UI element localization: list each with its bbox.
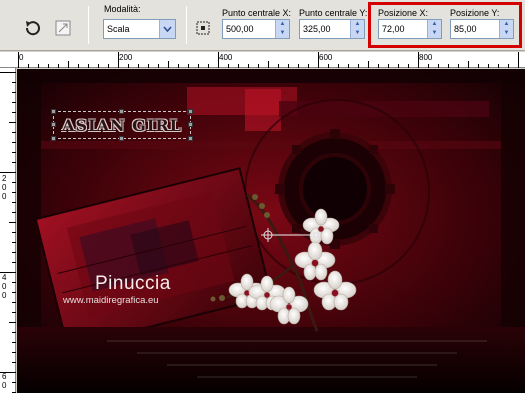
reset-icon[interactable]: [22, 17, 44, 39]
logo-text-layer[interactable]: ASIAN GIRL: [55, 116, 189, 136]
position-highlight-box: [368, 2, 522, 48]
toolbar-divider: [186, 6, 187, 44]
watermark-url: www.maidiregrafica.eu: [63, 295, 159, 306]
resize-handle[interactable]: [51, 122, 56, 127]
spin-up-icon[interactable]: ▲: [350, 20, 364, 29]
resize-handle[interactable]: [188, 122, 193, 127]
center-x-label: Punto centrale X:: [222, 8, 292, 18]
mode-select[interactable]: Scala: [103, 19, 176, 39]
resize-handle[interactable]: [119, 109, 124, 114]
ruler-label: 0: [2, 282, 7, 291]
center-x-value: 500,00: [226, 24, 254, 34]
mode-label: Modalità:: [104, 4, 141, 14]
ruler-label: 800: [419, 53, 433, 62]
center-y-label: Punto centrale Y:: [299, 8, 368, 18]
ruler-ticks: [18, 52, 519, 68]
transform-mode-icon[interactable]: [52, 17, 74, 39]
ruler-label: 400: [219, 53, 233, 62]
ruler-label: 2: [2, 174, 7, 183]
tool-options-toolbar: Modalità: Scala Punto centrale X: 500,00…: [0, 0, 525, 51]
center-y-input[interactable]: 325,00 ▲ ▼: [299, 19, 365, 39]
center-x-spinner[interactable]: ▲ ▼: [275, 20, 289, 38]
image-canvas[interactable]: ASIAN GIRL Pinuccia www.maidiregrafica.e…: [17, 69, 525, 393]
ruler-label: 0: [2, 183, 7, 192]
ruler-ticks: [0, 72, 16, 393]
spin-down-icon[interactable]: ▼: [275, 29, 289, 38]
ruler-label: 6: [2, 372, 7, 381]
center-y-value: 325,00: [303, 24, 331, 34]
ruler-label: 0: [2, 291, 7, 300]
center-y-spinner[interactable]: ▲ ▼: [350, 20, 364, 38]
ruler-label: 0: [2, 381, 7, 390]
resize-handle[interactable]: [188, 109, 193, 114]
resize-handle[interactable]: [51, 109, 56, 114]
app-window: Modalità: Scala Punto centrale X: 500,00…: [0, 0, 525, 393]
resize-handle[interactable]: [51, 136, 56, 141]
vertical-ruler: 2 0 0 4 0 0 6 0: [0, 68, 16, 393]
resize-handle[interactable]: [188, 136, 193, 141]
ruler-label: 0: [2, 192, 7, 201]
center-x-input[interactable]: 500,00 ▲ ▼: [222, 19, 290, 39]
ruler-label: 200: [119, 53, 133, 62]
toolbar-divider: [88, 6, 89, 44]
spin-down-icon[interactable]: ▼: [350, 29, 364, 38]
center-point-icon[interactable]: [192, 17, 214, 39]
ruler-label: 600: [319, 53, 333, 62]
ruler-label: 4: [2, 273, 7, 282]
horizontal-ruler: 0 200 400 600 800: [0, 52, 525, 68]
watermark-name: Pinuccia: [95, 273, 171, 294]
resize-handle[interactable]: [119, 136, 124, 141]
spin-up-icon[interactable]: ▲: [275, 20, 289, 29]
ruler-label: 0: [19, 53, 24, 62]
mode-select-value: Scala: [107, 24, 130, 34]
chevron-down-icon[interactable]: [159, 20, 175, 38]
